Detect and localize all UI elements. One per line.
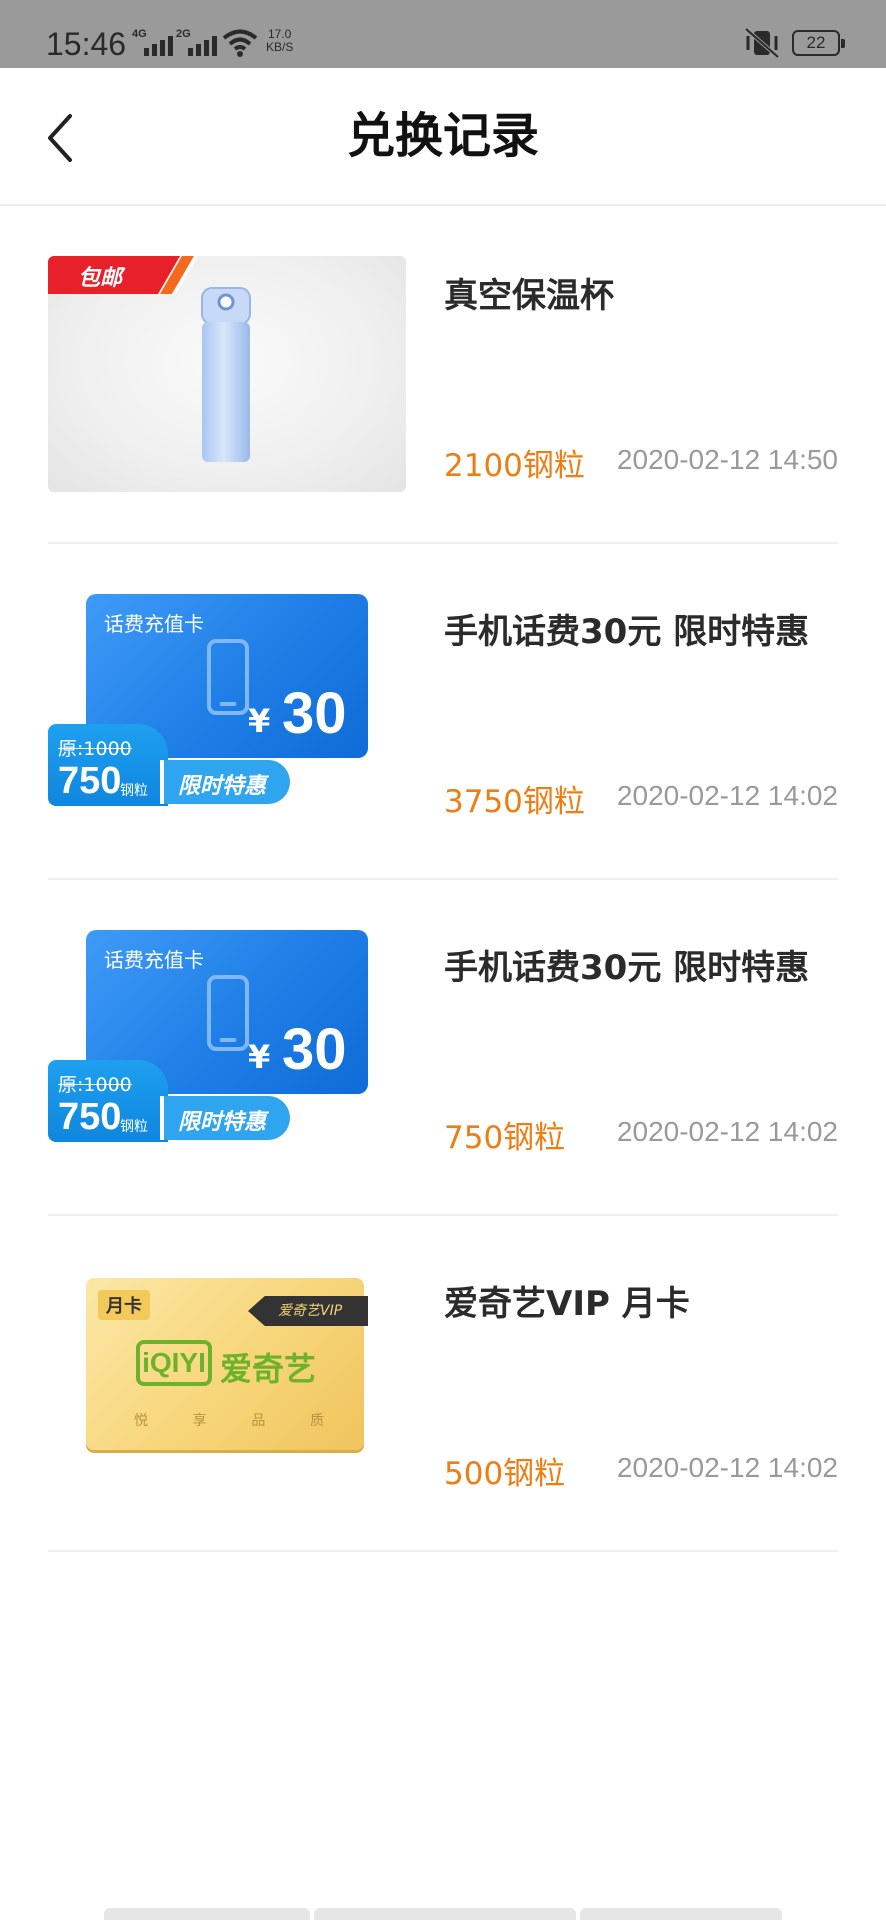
card-amount: 30 xyxy=(282,1017,347,1082)
record-title: 手机话费30元 限时特惠 xyxy=(444,612,810,652)
signal-icon: 4G xyxy=(132,28,173,58)
list-item[interactable]: 话费充值卡 ¥ 30 原:1000 750 钢粒 限时特惠 手机话费30元 限时… xyxy=(48,544,838,880)
record-date: 2020-02-12 14:02 xyxy=(616,780,838,811)
sale-price: 750 xyxy=(58,760,122,802)
original-price: 原:1000 xyxy=(58,1074,132,1096)
iqiyi-logo: iQIYI xyxy=(136,1340,212,1386)
list-item[interactable]: 话费充值卡 ¥ 30 原:1000 750 钢粒 限时特惠 手机话费30元 限时… xyxy=(48,880,838,1216)
list-item[interactable]: 包邮 真空保温杯 2100钢粒 2020-02-12 14:50 xyxy=(48,208,838,544)
sale-price: 750 xyxy=(58,1096,122,1138)
record-title: 真空保温杯 xyxy=(444,276,614,316)
original-price: 原:1000 xyxy=(58,738,132,760)
brand-name: 爱奇艺 xyxy=(220,1350,317,1388)
currency-symbol: ¥ xyxy=(248,702,271,740)
limited-offer-label: 限时特惠 xyxy=(178,774,267,799)
card-label: 话费充值卡 xyxy=(104,948,204,972)
battery-icon: 22 xyxy=(792,30,845,56)
record-points: 2100钢粒 xyxy=(444,448,585,484)
thermos-icon xyxy=(201,287,251,462)
phone-icon xyxy=(207,975,249,1051)
month-card-label: 月卡 xyxy=(98,1290,150,1320)
record-points: 500钢粒 xyxy=(444,1456,566,1492)
slogan-char: 品 xyxy=(251,1413,266,1429)
price-badge: 原:1000 750 钢粒 xyxy=(48,724,168,806)
record-date: 2020-02-12 14:02 xyxy=(616,1452,838,1483)
limited-offer-tag: 限时特惠 xyxy=(160,760,290,804)
ribbon-badge xyxy=(48,256,198,294)
vip-tag: 爱奇艺VIP xyxy=(248,1296,368,1326)
record-title: 爱奇艺VIP 月卡 xyxy=(444,1284,690,1324)
vibrate-mute-icon xyxy=(744,27,780,59)
product-image-thermos: 包邮 xyxy=(48,256,406,492)
vip-tag-label: 爱奇艺VIP xyxy=(278,1303,343,1319)
network-speed: 17.0 KB/S xyxy=(266,28,293,54)
slogan-char: 质 xyxy=(309,1413,324,1429)
status-bar: 15:46 4G 2G 17.0 KB/S 22 xyxy=(0,0,886,68)
signal-icon-2: 2G xyxy=(176,28,217,58)
list-item[interactable]: 月卡 爱奇艺VIP iQIYI 爱奇艺 悦 享 品 质 爱奇艺VIP 月卡 50… xyxy=(48,1216,838,1552)
product-image-iqiyi-card: 月卡 爱奇艺VIP iQIYI 爱奇艺 悦 享 品 质 xyxy=(48,1264,406,1500)
record-points: 3750钢粒 xyxy=(444,784,585,820)
slogan: 悦 享 品 质 xyxy=(134,1410,324,1430)
phone-icon xyxy=(207,639,249,715)
product-image-phone-card: 话费充值卡 ¥ 30 原:1000 750 钢粒 限时特惠 xyxy=(48,928,406,1164)
record-points: 750钢粒 xyxy=(444,1120,566,1156)
status-time: 15:46 xyxy=(46,26,127,62)
record-title: 手机话费30元 限时特惠 xyxy=(444,948,810,988)
slogan-char: 悦 xyxy=(134,1413,148,1429)
slogan-char: 享 xyxy=(192,1413,207,1429)
currency-symbol: ¥ xyxy=(248,1038,271,1076)
gesture-bar[interactable] xyxy=(104,1908,782,1920)
sale-price-unit: 钢粒 xyxy=(120,783,148,799)
vip-card: 月卡 爱奇艺VIP iQIYI 爱奇艺 悦 享 品 质 xyxy=(86,1278,368,1450)
header: 兑换记录 xyxy=(0,68,886,206)
price-badge: 原:1000 750 钢粒 xyxy=(48,1060,168,1142)
record-date: 2020-02-12 14:02 xyxy=(616,1116,838,1147)
limited-offer-tag: 限时特惠 xyxy=(160,1096,290,1140)
product-image-phone-card: 话费充值卡 ¥ 30 原:1000 750 钢粒 限时特惠 xyxy=(48,592,406,828)
sale-price-unit: 钢粒 xyxy=(120,1119,148,1135)
speed-unit: KB/S xyxy=(266,40,294,54)
free-shipping-label: 包邮 xyxy=(78,266,123,291)
page-title: 兑换记录 xyxy=(346,108,539,164)
card-label: 话费充值卡 xyxy=(104,612,204,636)
record-date: 2020-02-12 14:50 xyxy=(616,444,838,475)
limited-offer-label: 限时特惠 xyxy=(178,1110,267,1135)
card-amount: 30 xyxy=(282,681,347,746)
exchange-record-list: 包邮 真空保温杯 2100钢粒 2020-02-12 14:50 话费充值卡 ¥… xyxy=(48,208,838,1552)
wifi-icon xyxy=(222,29,258,57)
